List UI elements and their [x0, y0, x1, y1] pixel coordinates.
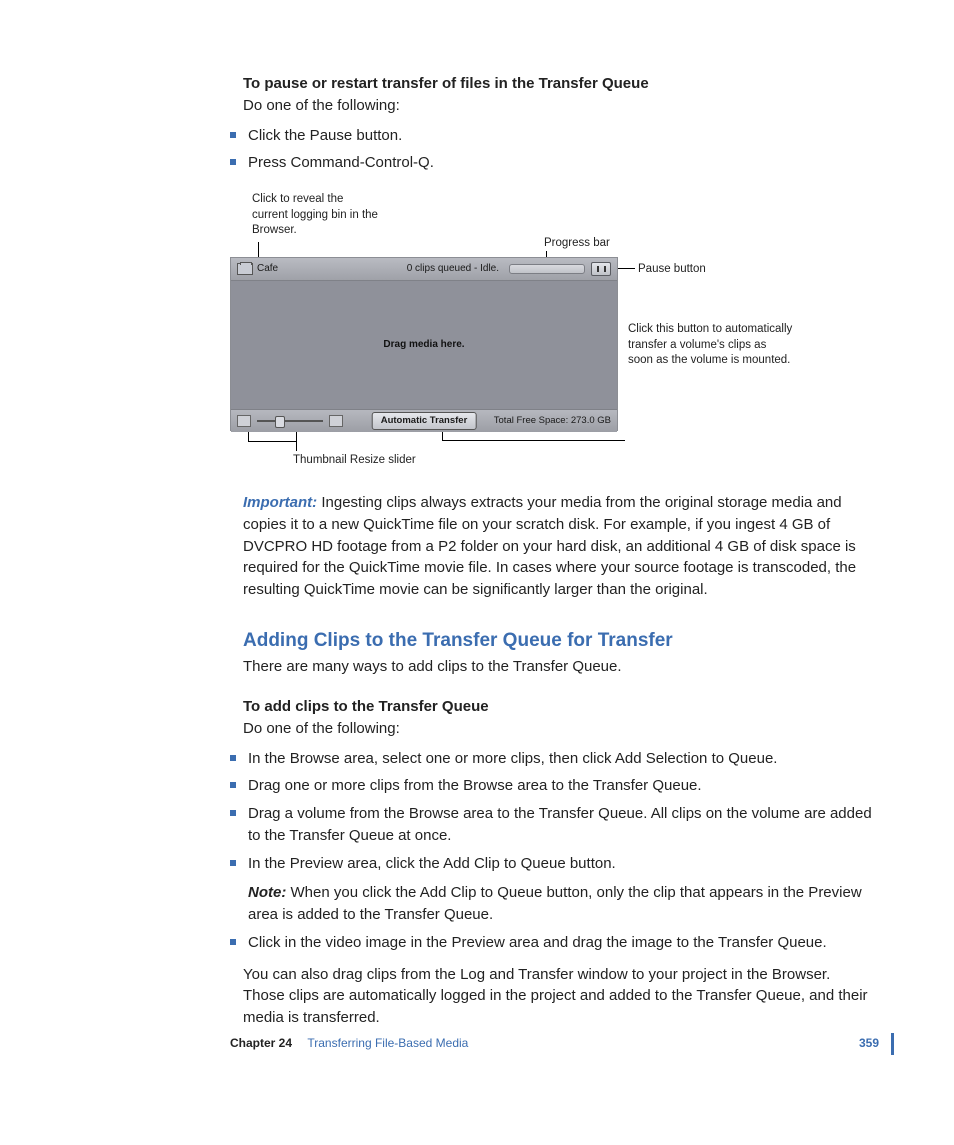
callout-progress-bar: Progress bar: [544, 236, 610, 252]
list-item-text: Click the Pause button.: [242, 127, 402, 144]
bin-icon: [237, 263, 253, 275]
transfer-queue-screenshot: Cafe 0 clips queued - Idle. Drag media h…: [230, 257, 618, 431]
list-item-text: In the Preview area, click the Add Clip …: [242, 855, 616, 872]
important-note: Important: Ingesting clips always extrac…: [243, 492, 875, 601]
slider-handle[interactable]: [275, 416, 285, 428]
chapter-label: Chapter 24: [230, 1036, 292, 1050]
section-heading: Adding Clips to the Transfer Queue for T…: [243, 627, 875, 655]
chapter-title: Transferring File-Based Media: [307, 1036, 468, 1050]
note-label: Note:: [248, 884, 286, 901]
bin-name: Cafe: [257, 262, 278, 277]
list-item-text: In the Browse area, select one or more c…: [242, 750, 777, 767]
list-item: In the Browse area, select one or more c…: [230, 748, 875, 770]
slider-small-icon: [237, 415, 251, 427]
screenshot-bottombar: Automatic Transfer Total Free Space: 273…: [231, 409, 617, 432]
list-item-text: Drag a volume from the Browse area to th…: [242, 805, 872, 844]
heading-subtitle: Do one of the following:: [243, 97, 400, 114]
thumbnail-resize-slider[interactable]: [237, 415, 343, 427]
pause-options-list: Click the Pause button. Press Command-Co…: [230, 125, 875, 175]
page-footer: Chapter 24 Transferring File-Based Media…: [230, 1033, 894, 1055]
free-space-text: Total Free Space: 273.0 GB: [494, 414, 611, 428]
screenshot-topbar: Cafe 0 clips queued - Idle.: [231, 258, 617, 281]
logging-bin-button[interactable]: Cafe: [231, 262, 278, 277]
list-item-text: Drag one or more clips from the Browse a…: [242, 777, 702, 794]
list-item: Click the Pause button.: [230, 125, 875, 147]
list-item-text: Click in the video image in the Preview …: [242, 934, 827, 951]
automatic-transfer-button[interactable]: Automatic Transfer: [372, 412, 477, 430]
transfer-queue-figure: Click to reveal the current logging bin …: [230, 188, 840, 468]
footer-bar: [891, 1033, 894, 1055]
drop-target-area[interactable]: Drag media here.: [231, 281, 617, 409]
subhead-subtitle: Do one of the following:: [243, 720, 400, 737]
list-item-note: Note: When you click the Add Clip to Que…: [248, 882, 875, 926]
list-item: Drag one or more clips from the Browse a…: [230, 775, 875, 797]
callout-thumbnail-slider: Thumbnail Resize slider: [293, 453, 416, 469]
trailing-paragraph: You can also drag clips from the Log and…: [243, 964, 875, 1029]
callout-pause-button: Pause button: [638, 262, 706, 278]
subhead-title: To add clips to the Transfer Queue: [243, 698, 489, 715]
important-label: Important:: [243, 494, 317, 511]
queue-status-text: 0 clips queued - Idle.: [407, 262, 499, 277]
progress-bar: [509, 264, 585, 274]
list-item-text: Press Command-Control-Q.: [242, 154, 434, 171]
callout-auto-transfer: Click this button to automatically trans…: [628, 322, 793, 369]
subhead-block: To add clips to the Transfer Queue Do on…: [243, 696, 875, 740]
list-item: In the Preview area, click the Add Clip …: [230, 853, 875, 926]
add-clips-list: In the Browse area, select one or more c…: [230, 748, 875, 954]
list-item: Drag a volume from the Browse area to th…: [230, 803, 875, 847]
important-text: Ingesting clips always extracts your med…: [243, 494, 856, 598]
slider-track[interactable]: [257, 420, 323, 422]
callout-reveal-bin: Click to reveal the current logging bin …: [252, 192, 382, 239]
page-number: 359: [859, 1035, 879, 1052]
lead-block: To pause or restart transfer of files in…: [243, 73, 875, 117]
drop-hint-text: Drag media here.: [383, 338, 464, 353]
pause-button[interactable]: [591, 262, 611, 276]
heading-pause-restart: To pause or restart transfer of files in…: [243, 75, 649, 92]
section-intro: There are many ways to add clips to the …: [243, 656, 875, 678]
note-text: When you click the Add Clip to Queue but…: [248, 884, 862, 923]
list-item: Press Command-Control-Q.: [230, 152, 875, 174]
slider-large-icon: [329, 415, 343, 427]
list-item: Click in the video image in the Preview …: [230, 932, 875, 954]
